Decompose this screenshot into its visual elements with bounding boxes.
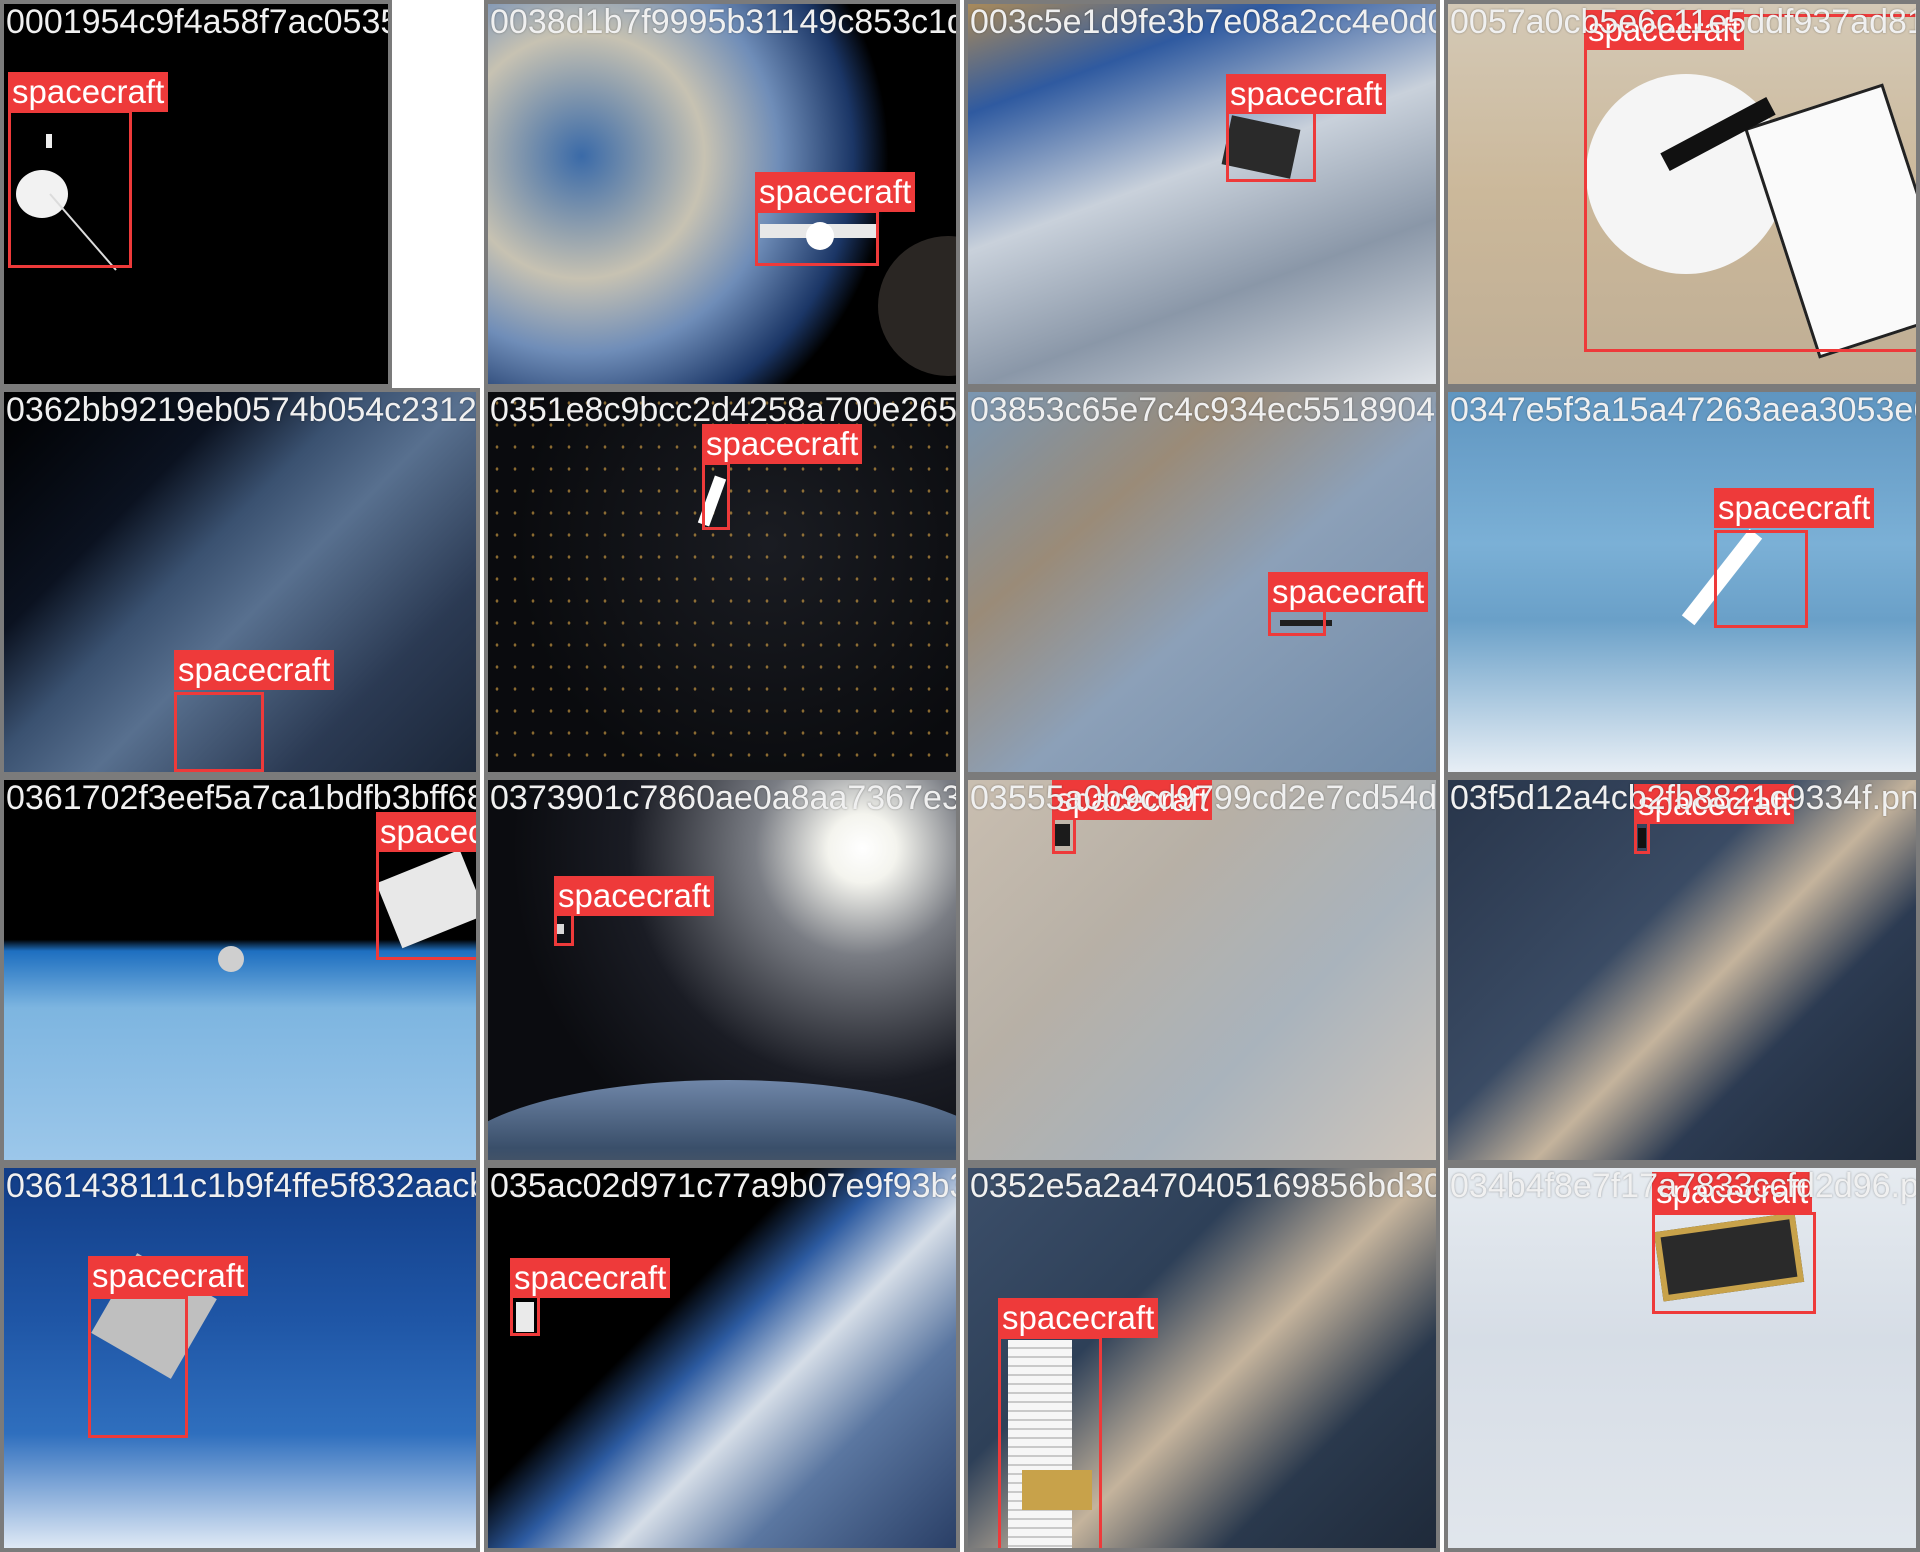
bounding-box — [702, 462, 730, 530]
tile-title: 03555a0b9cd9799cd2e7cd54d305a240.png — [970, 779, 1438, 817]
tile-title: 0361438111c1b9f4ffe5f832aacb03ba.png — [6, 1167, 476, 1205]
tile-title: 0038d1b7f9995b31149c853c1d0a5e62.png — [490, 3, 956, 41]
tile-title: 0362bb9219eb0574b054c2312435ba39.png — [6, 391, 477, 429]
bounding-box — [1634, 820, 1650, 854]
tile-1: 0001954c9f4a58f7ac05358b3cda8d203.png sp… — [0, 0, 392, 388]
tile-4: 0057a0cb5e6c11e5ddf937ad8163d.png spacec… — [1444, 0, 1920, 388]
tile-10: 0373901c7860ae0a8aa7367e3e86557.png spac… — [484, 776, 960, 1164]
detection-grid: 0001954c9f4a58f7ac05358b3cda8d203.png sp… — [0, 0, 1920, 1552]
bbox-label: spacecraft — [554, 876, 715, 916]
bounding-box — [1226, 110, 1316, 182]
bbox-label: spacecraft — [8, 72, 169, 112]
tile-16: 034b4f8e7f17a7833ccfd2d96.png spacecraft — [1444, 1164, 1920, 1552]
tile-title: 0057a0cb5e6c11e5ddf937ad8163d.png — [1450, 3, 1916, 41]
bbox-label: spacecraft — [755, 172, 916, 212]
bounding-box — [998, 1336, 1102, 1548]
tile-title: 03f5d12a4cb2fb8821c9334f.png — [1450, 779, 1920, 817]
tile-2: 0038d1b7f9995b31149c853c1d0a5e62.png spa… — [484, 0, 960, 388]
bbox-label: spacecraft — [998, 1298, 1159, 1338]
tile-3: 003c5e1d9fe3b7e08a2cc4e0d06594e.png spac… — [964, 0, 1440, 388]
moon-shape — [878, 236, 956, 376]
earth-limb — [488, 1080, 956, 1160]
moon-shape — [218, 946, 244, 972]
tile-title: 0347e5f3a15a47263aea3053e6.png — [1450, 391, 1916, 429]
tile-title: 035ac02d971c77a9b07e9f93b345529521.png — [490, 1167, 956, 1205]
bbox-label: spacecraft — [702, 424, 863, 464]
tile-11: 03555a0b9cd9799cd2e7cd54d305a240.png spa… — [964, 776, 1440, 1164]
bbox-label: spacecraft — [1714, 488, 1875, 528]
tile-title: 0352e5a2a470405169856bd3048378187.png — [970, 1167, 1436, 1205]
bbox-label: spacecraft — [376, 812, 476, 852]
tile-title: 0361702f3eef5a7ca1bdfb3bff6820c90.png — [6, 779, 476, 817]
tile-title: 0373901c7860ae0a8aa7367e3e86557.png — [490, 779, 960, 817]
tile-12: 03f5d12a4cb2fb8821c9334f.png spacecraft — [1444, 776, 1920, 1164]
tile-title: 0001954c9f4a58f7ac05358b3cda8d203.png — [6, 3, 392, 41]
tile-title: 0351e8c9bcc2d4258a700e265b985ea255.png — [490, 391, 958, 429]
bounding-box — [1268, 608, 1326, 636]
bounding-box — [510, 1294, 540, 1336]
tile-7: 03853c65e7c4c934ec55189049347565.png spa… — [964, 388, 1440, 776]
tile-title: 03853c65e7c4c934ec55189049347565.png — [970, 391, 1436, 429]
tile-title: 003c5e1d9fe3b7e08a2cc4e0d06594e.png — [970, 3, 1440, 41]
bbox-label: spacecraft — [1226, 74, 1387, 114]
tile-title: 034b4f8e7f17a7833ccfd2d96.png — [1450, 1167, 1920, 1205]
bbox-label: spacecraft — [174, 650, 335, 690]
bbox-label: spacecraft — [1268, 572, 1429, 612]
tile-8: 0347e5f3a15a47263aea3053e6.png spacecraf… — [1444, 388, 1920, 776]
bounding-box — [1652, 1212, 1816, 1314]
bbox-label: spacecraft — [88, 1256, 249, 1296]
tile-15: 0352e5a2a470405169856bd3048378187.png sp… — [964, 1164, 1440, 1552]
tile-14: 035ac02d971c77a9b07e9f93b345529521.png s… — [484, 1164, 960, 1552]
bounding-box — [1584, 14, 1916, 352]
bounding-box — [1714, 530, 1808, 628]
tile-9: 0361702f3eef5a7ca1bdfb3bff6820c90.png sp… — [0, 776, 480, 1164]
bounding-box — [1052, 816, 1076, 854]
bounding-box — [755, 210, 879, 266]
bounding-box — [88, 1296, 188, 1438]
bounding-box — [554, 912, 574, 946]
tile-13: 0361438111c1b9f4ffe5f832aacb03ba.png spa… — [0, 1164, 480, 1552]
tile-5: 0362bb9219eb0574b054c2312435ba39.png spa… — [0, 388, 480, 776]
tile-6: 0351e8c9bcc2d4258a700e265b985ea255.png s… — [484, 388, 960, 776]
bounding-box — [8, 110, 132, 268]
bbox-label: spacecraft — [510, 1258, 671, 1298]
bounding-box — [174, 692, 264, 772]
